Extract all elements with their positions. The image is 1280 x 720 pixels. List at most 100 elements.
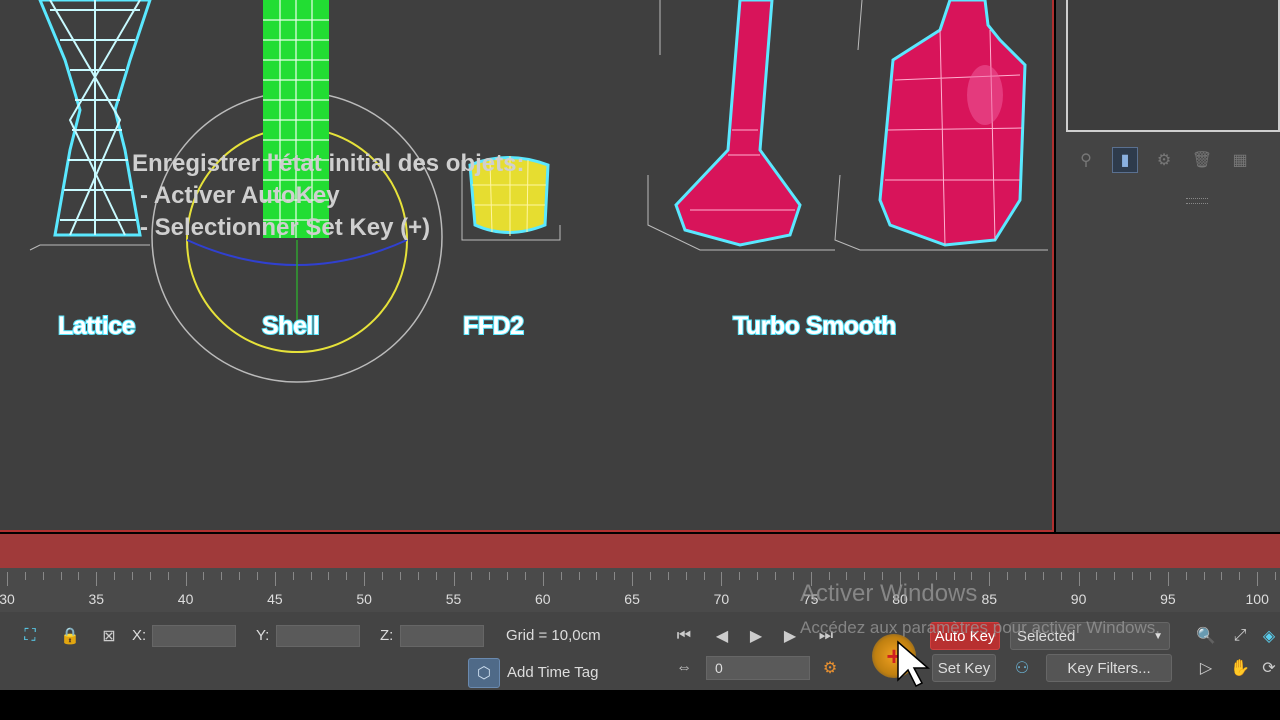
minor-tick: [649, 572, 651, 580]
major-tick: [185, 572, 187, 586]
time-configuration-icon[interactable]: ⚙: [818, 656, 842, 680]
key-mode-icon[interactable]: ⚇: [1010, 656, 1034, 680]
major-tick: [721, 572, 723, 586]
zoom-icon[interactable]: 🔍: [1194, 624, 1218, 648]
orbit-icon[interactable]: ⟳: [1258, 656, 1280, 680]
minor-tick: [203, 572, 205, 580]
minor-tick: [524, 572, 526, 580]
tick-label: 50: [356, 591, 372, 607]
major-tick: [453, 572, 455, 586]
minor-tick: [739, 572, 741, 580]
minor-tick: [399, 572, 401, 580]
major-tick: [96, 572, 98, 586]
minor-tick: [757, 572, 759, 580]
minor-tick: [917, 572, 919, 580]
pin-stack-icon[interactable]: ⚲: [1074, 148, 1098, 172]
minor-tick: [292, 572, 294, 580]
tick-label: 95: [1160, 591, 1176, 607]
remove-modifier-icon[interactable]: 🗑: [1190, 148, 1214, 172]
label-turbosmooth: Turbo Smooth: [732, 311, 897, 341]
add-time-tag[interactable]: Add Time Tag: [507, 664, 598, 681]
minor-tick: [1096, 572, 1098, 580]
minor-tick: [703, 572, 705, 580]
major-tick: [1078, 572, 1080, 586]
lock-selection-icon[interactable]: 🔒: [58, 624, 82, 648]
label-ffd2: FFD2: [462, 311, 525, 341]
major-tick: [989, 572, 991, 586]
configure-sets-icon[interactable]: ▦: [1228, 148, 1252, 172]
field-of-view-icon[interactable]: ▷: [1194, 656, 1218, 680]
minor-tick: [382, 572, 384, 580]
scene: [29, 0, 1048, 383]
y-coordinate-field[interactable]: [276, 625, 360, 647]
minor-tick: [792, 572, 794, 580]
major-tick: [542, 572, 544, 586]
minor-tick: [1025, 572, 1027, 580]
tick-label: 100: [1245, 591, 1269, 607]
command-panel: ⚲ ▮ ⚙ 🗑 ▦: [1056, 0, 1280, 532]
show-end-result-icon[interactable]: ▮: [1112, 147, 1138, 173]
minor-tick: [1275, 572, 1277, 580]
play-icon[interactable]: ▶: [744, 624, 768, 648]
viewport[interactable]: Lattice Shell FFD2 Turbo Smooth Enregist…: [0, 0, 1054, 532]
zoom-all-icon[interactable]: ⤢: [1228, 624, 1252, 648]
minor-tick: [578, 572, 580, 580]
minor-tick: [114, 572, 116, 580]
z-coordinate-field[interactable]: [400, 625, 484, 647]
minor-tick: [1150, 572, 1152, 580]
pan-view-icon[interactable]: ✋: [1228, 656, 1252, 680]
minor-tick: [221, 572, 223, 580]
watermark-title: Activer Windows: [800, 580, 978, 607]
x-coordinate-field[interactable]: [152, 625, 236, 647]
next-frame-icon[interactable]: ▶: [778, 624, 802, 648]
minor-tick: [507, 572, 509, 580]
key-mode-toggle-icon[interactable]: ⇔: [672, 656, 696, 680]
minor-tick: [828, 572, 830, 580]
minor-tick: [42, 572, 44, 580]
bottom-black-bar: [0, 690, 1280, 720]
minor-tick: [239, 572, 241, 580]
panel-drag-handle[interactable]: [1186, 198, 1208, 204]
time-slider-bar[interactable]: [0, 534, 1280, 568]
absolute-transform-icon[interactable]: ⊠: [97, 624, 121, 648]
tick-label: 55: [445, 591, 462, 607]
isolate-selection-icon[interactable]: ⛶: [18, 624, 42, 648]
minor-tick: [489, 572, 491, 580]
minor-tick: [971, 572, 973, 580]
minor-tick: [60, 572, 62, 580]
major-tick: [364, 572, 366, 586]
key-filters-button[interactable]: Key Filters...: [1046, 654, 1172, 682]
tick-label: 30: [0, 591, 15, 607]
set-key-button[interactable]: Set Key: [932, 654, 996, 682]
zoom-extents-icon[interactable]: ◈: [1258, 624, 1280, 648]
modifier-stack-box[interactable]: [1066, 0, 1280, 132]
minor-tick: [346, 572, 348, 580]
minor-tick: [1007, 572, 1009, 580]
minor-tick: [1060, 572, 1062, 580]
grid-size: Grid = 10,0cm: [506, 627, 601, 644]
lattice-object: [29, 0, 152, 251]
minor-tick: [78, 572, 80, 580]
previous-frame-icon[interactable]: ◀: [710, 624, 734, 648]
instruction-line3: - Selectionner Set Key (+): [140, 214, 431, 241]
current-frame-spinner[interactable]: 0: [706, 656, 810, 680]
instruction-line2: - Activer AutoKey: [140, 182, 340, 209]
tick-label: 70: [713, 591, 730, 607]
minor-tick: [149, 572, 151, 580]
instruction-line1: Enregistrer l'état initial des objets:: [132, 150, 525, 177]
track-bar[interactable]: 30 35 40 45 50 55 60 65 70 75 80 85 90 95 100: [0, 568, 1280, 612]
minor-tick: [667, 572, 669, 580]
make-unique-icon[interactable]: ⚙: [1152, 148, 1176, 172]
tick-label: 90: [1070, 591, 1087, 607]
tick-label: 35: [88, 591, 105, 607]
time-tag-icon[interactable]: ⬡: [468, 658, 500, 688]
x-label: X:: [132, 627, 147, 644]
minor-tick: [471, 572, 473, 580]
minor-tick: [1114, 572, 1116, 580]
watermark-subtitle: Accédez aux paramètres pour activer Wind…: [800, 618, 1160, 637]
minor-tick: [596, 572, 598, 580]
minor-tick: [1185, 572, 1187, 580]
go-to-start-icon[interactable]: ⏮: [672, 624, 696, 648]
minor-tick: [167, 572, 169, 580]
flask-object: [647, 0, 835, 251]
